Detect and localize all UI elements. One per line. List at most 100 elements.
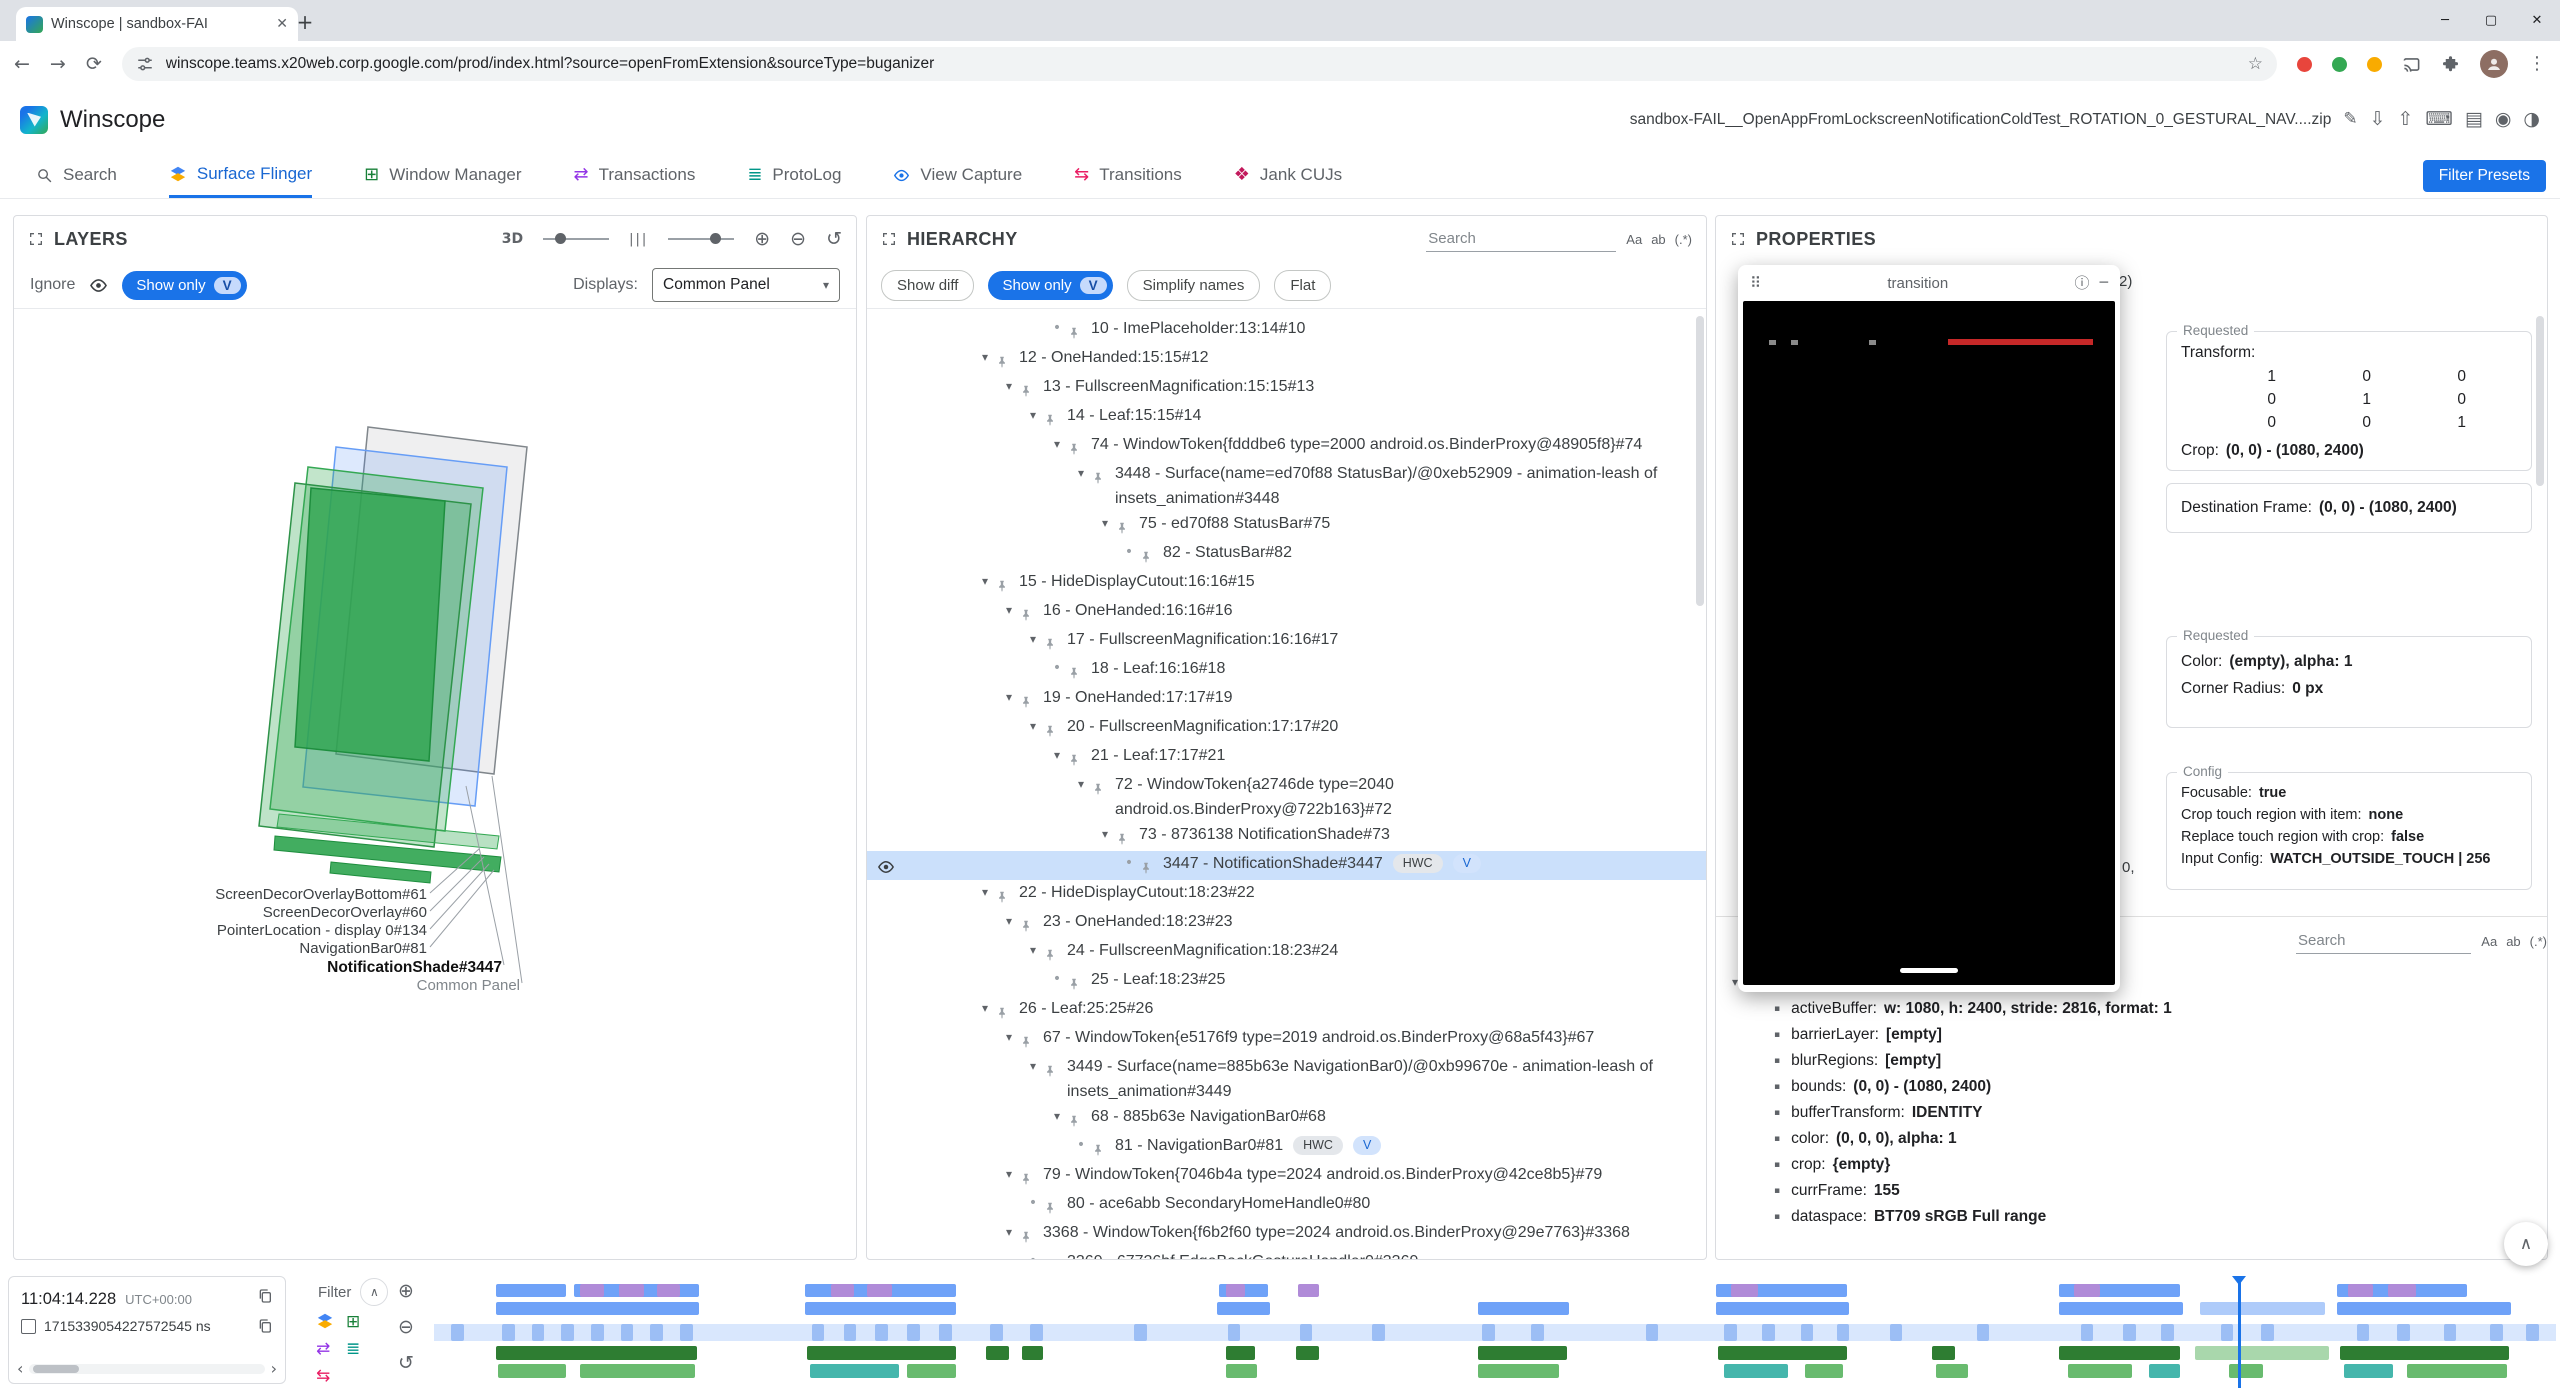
tab-jank-cujs[interactable]: ❖ Jank CUJs	[1234, 152, 1342, 198]
pin-node-icon[interactable]	[1043, 403, 1067, 432]
hierarchy-tree-node[interactable]: •25 - Leaf:18:23#25	[867, 967, 1706, 996]
pin-node-icon[interactable]	[995, 996, 1019, 1025]
hierarchy-tree-node[interactable]: •18 - Leaf:16:16#18	[867, 656, 1706, 685]
collapse-arrow-icon[interactable]: ▾	[999, 685, 1019, 710]
transactions-trace-icon[interactable]: ⇄	[316, 1339, 340, 1359]
documentation-icon[interactable]: ▤	[2465, 110, 2483, 129]
download-icon[interactable]: ⇩	[2370, 110, 2386, 129]
pin-node-icon[interactable]	[995, 345, 1019, 374]
spacing-slider[interactable]	[668, 238, 734, 240]
collapse-arrow-icon[interactable]: ▾	[975, 996, 995, 1021]
transitions-trace-icon[interactable]: ⇆	[316, 1366, 340, 1386]
tab-search[interactable]: Search	[36, 152, 117, 198]
tab-protolog[interactable]: ≣ ProtoLog	[747, 152, 841, 198]
collapse-arrow-icon[interactable]: ▾	[1023, 938, 1043, 963]
dark-mode-icon[interactable]: ◑	[2523, 110, 2540, 129]
tab-window-manager[interactable]: ⊞ Window Manager	[364, 152, 521, 198]
collapse-arrow-icon[interactable]: ▾	[1071, 772, 1091, 797]
layer-label[interactable]: PointerLocation - display 0#134	[217, 922, 427, 939]
back-icon[interactable]: ←	[14, 55, 30, 74]
hierarchy-tree-node[interactable]: ▾68 - 885b63e NavigationBar0#68	[867, 1104, 1706, 1133]
properties-search-input[interactable]	[2296, 928, 2471, 953]
show-in-3d-eye-icon[interactable]	[877, 854, 895, 879]
pin-node-icon[interactable]	[995, 880, 1019, 909]
layers-3d-canvas[interactable]: ScreenDecorOverlayBottom#61 ScreenDecorO…	[14, 308, 856, 1259]
info-icon[interactable]: ⓘ	[2075, 276, 2090, 291]
zoom-in-icon[interactable]: ⊕	[754, 230, 770, 249]
pin-node-icon[interactable]	[1067, 432, 1091, 461]
hierarchy-tree-node[interactable]: •80 - ace6abb SecondaryHomeHandle0#80	[867, 1191, 1706, 1220]
simplify-names-button[interactable]: Simplify names	[1127, 270, 1261, 301]
upload-icon[interactable]: ⇧	[2398, 110, 2414, 129]
pin-node-icon[interactable]	[1043, 1191, 1067, 1220]
collapse-arrow-icon[interactable]: ▾	[1023, 1054, 1043, 1079]
edit-file-icon[interactable]: ✎	[2343, 111, 2357, 128]
window-minimize-icon[interactable]: ─	[2422, 0, 2468, 41]
pin-node-icon[interactable]	[1043, 714, 1067, 743]
url-text[interactable]: winscope.teams.x20web.corp.google.com/pr…	[166, 55, 2236, 73]
pin-node-icon[interactable]	[1043, 627, 1067, 656]
pin-node-icon[interactable]	[1019, 1025, 1043, 1054]
pin-node-icon[interactable]	[1043, 1249, 1067, 1259]
pin-node-icon[interactable]	[995, 569, 1019, 598]
zoom-out-icon[interactable]: ⊖	[790, 230, 806, 249]
expand-panel-icon[interactable]	[881, 231, 897, 247]
filter-presets-button[interactable]: Filter Presets	[2423, 160, 2546, 192]
collapse-arrow-icon[interactable]: ▾	[1023, 627, 1043, 652]
browser-tab[interactable]: Winscope | sandbox-FAI ✕	[16, 7, 298, 41]
pin-node-icon[interactable]	[1067, 743, 1091, 772]
hierarchy-tree-node[interactable]: ▾15 - HideDisplayCutout:16:16#15	[867, 569, 1706, 598]
pin-node-icon[interactable]	[1139, 851, 1163, 880]
expand-panel-icon[interactable]	[28, 231, 44, 247]
regex-icon[interactable]: (.*)	[2530, 934, 2547, 949]
collapse-filter-icon[interactable]: ∧	[360, 1278, 388, 1306]
collapse-arrow-icon[interactable]: ▾	[975, 569, 995, 594]
show-only-chip[interactable]: Show only V	[122, 271, 246, 300]
transition-overlay-window[interactable]: ⠿ transition ⓘ ─	[1738, 265, 2120, 992]
collapse-arrow-icon[interactable]: ▾	[999, 909, 1019, 934]
pin-node-icon[interactable]	[1091, 461, 1115, 490]
address-bar[interactable]: winscope.teams.x20web.corp.google.com/pr…	[122, 47, 2277, 81]
hierarchy-tree-node[interactable]: •10 - ImePlaceholder:13:14#10	[867, 316, 1706, 345]
extension-icon-2[interactable]	[2332, 57, 2347, 72]
ignore-eye-icon[interactable]	[89, 276, 108, 295]
pin-node-icon[interactable]	[1115, 511, 1139, 540]
layer-label-selected[interactable]: NotificationShade#3447	[327, 959, 502, 976]
collapse-arrow-icon[interactable]: ▾	[1071, 461, 1091, 486]
match-word-icon[interactable]: ab	[1651, 232, 1665, 247]
match-word-icon[interactable]: ab	[2506, 934, 2520, 949]
timeline-reset-icon[interactable]: ↺	[398, 1354, 414, 1373]
new-tab-button[interactable]: +	[292, 9, 318, 35]
pin-node-icon[interactable]	[1091, 772, 1115, 801]
hierarchy-tree-node[interactable]: ▾3449 - Surface(name=885b63e NavigationB…	[867, 1054, 1706, 1104]
ignore-label[interactable]: Ignore	[30, 276, 75, 294]
scroll-to-top-button[interactable]: ∧	[2504, 1222, 2548, 1266]
hierarchy-tree-node[interactable]: •82 - StatusBar#82	[867, 540, 1706, 569]
displays-select[interactable]: Common Panel ▾	[652, 268, 840, 302]
hierarchy-tree-node[interactable]: ▾74 - WindowToken{fdddbe6 type=2000 andr…	[867, 432, 1706, 461]
collapse-arrow-icon[interactable]: ▾	[999, 1162, 1019, 1187]
collapse-arrow-icon[interactable]: ▾	[999, 1025, 1019, 1050]
extension-icon-3[interactable]	[2367, 57, 2382, 72]
scroll-left-icon[interactable]: ‹	[17, 1361, 23, 1377]
hierarchy-tree-node[interactable]: ▾13 - FullscreenMagnification:15:15#13	[867, 374, 1706, 403]
minimize-overlay-icon[interactable]: ─	[2100, 276, 2108, 290]
hierarchy-tree-node[interactable]: ▾17 - FullscreenMagnification:16:16#17	[867, 627, 1706, 656]
rotation-slider[interactable]	[543, 238, 609, 240]
hierarchy-tree-node[interactable]: ▾3368 - WindowToken{f6b2f60 type=2024 an…	[867, 1220, 1706, 1249]
collapse-arrow-icon[interactable]: ▾	[1095, 511, 1115, 536]
hierarchy-scrollbar[interactable]	[1696, 316, 1704, 606]
tab-close-icon[interactable]: ✕	[276, 17, 288, 31]
match-case-icon[interactable]: Aa	[1626, 232, 1642, 247]
reset-view-icon[interactable]: ↺	[826, 230, 842, 249]
report-bug-icon[interactable]: ◉	[2495, 110, 2512, 129]
tab-view-capture[interactable]: View Capture	[893, 152, 1022, 198]
browser-menu-icon[interactable]: ⋮	[2528, 55, 2546, 73]
extension-icon-1[interactable]	[2297, 57, 2312, 72]
timestamp-format-icon[interactable]	[21, 1319, 36, 1334]
copy-icon[interactable]	[257, 1288, 273, 1304]
hierarchy-tree-node[interactable]: ▾67 - WindowToken{e5176f9 type=2019 andr…	[867, 1025, 1706, 1054]
properties-scrollbar[interactable]	[2536, 316, 2544, 486]
hierarchy-tree-node[interactable]: ▾19 - OneHanded:17:17#19	[867, 685, 1706, 714]
timeline-canvas[interactable]	[434, 1276, 2556, 1388]
